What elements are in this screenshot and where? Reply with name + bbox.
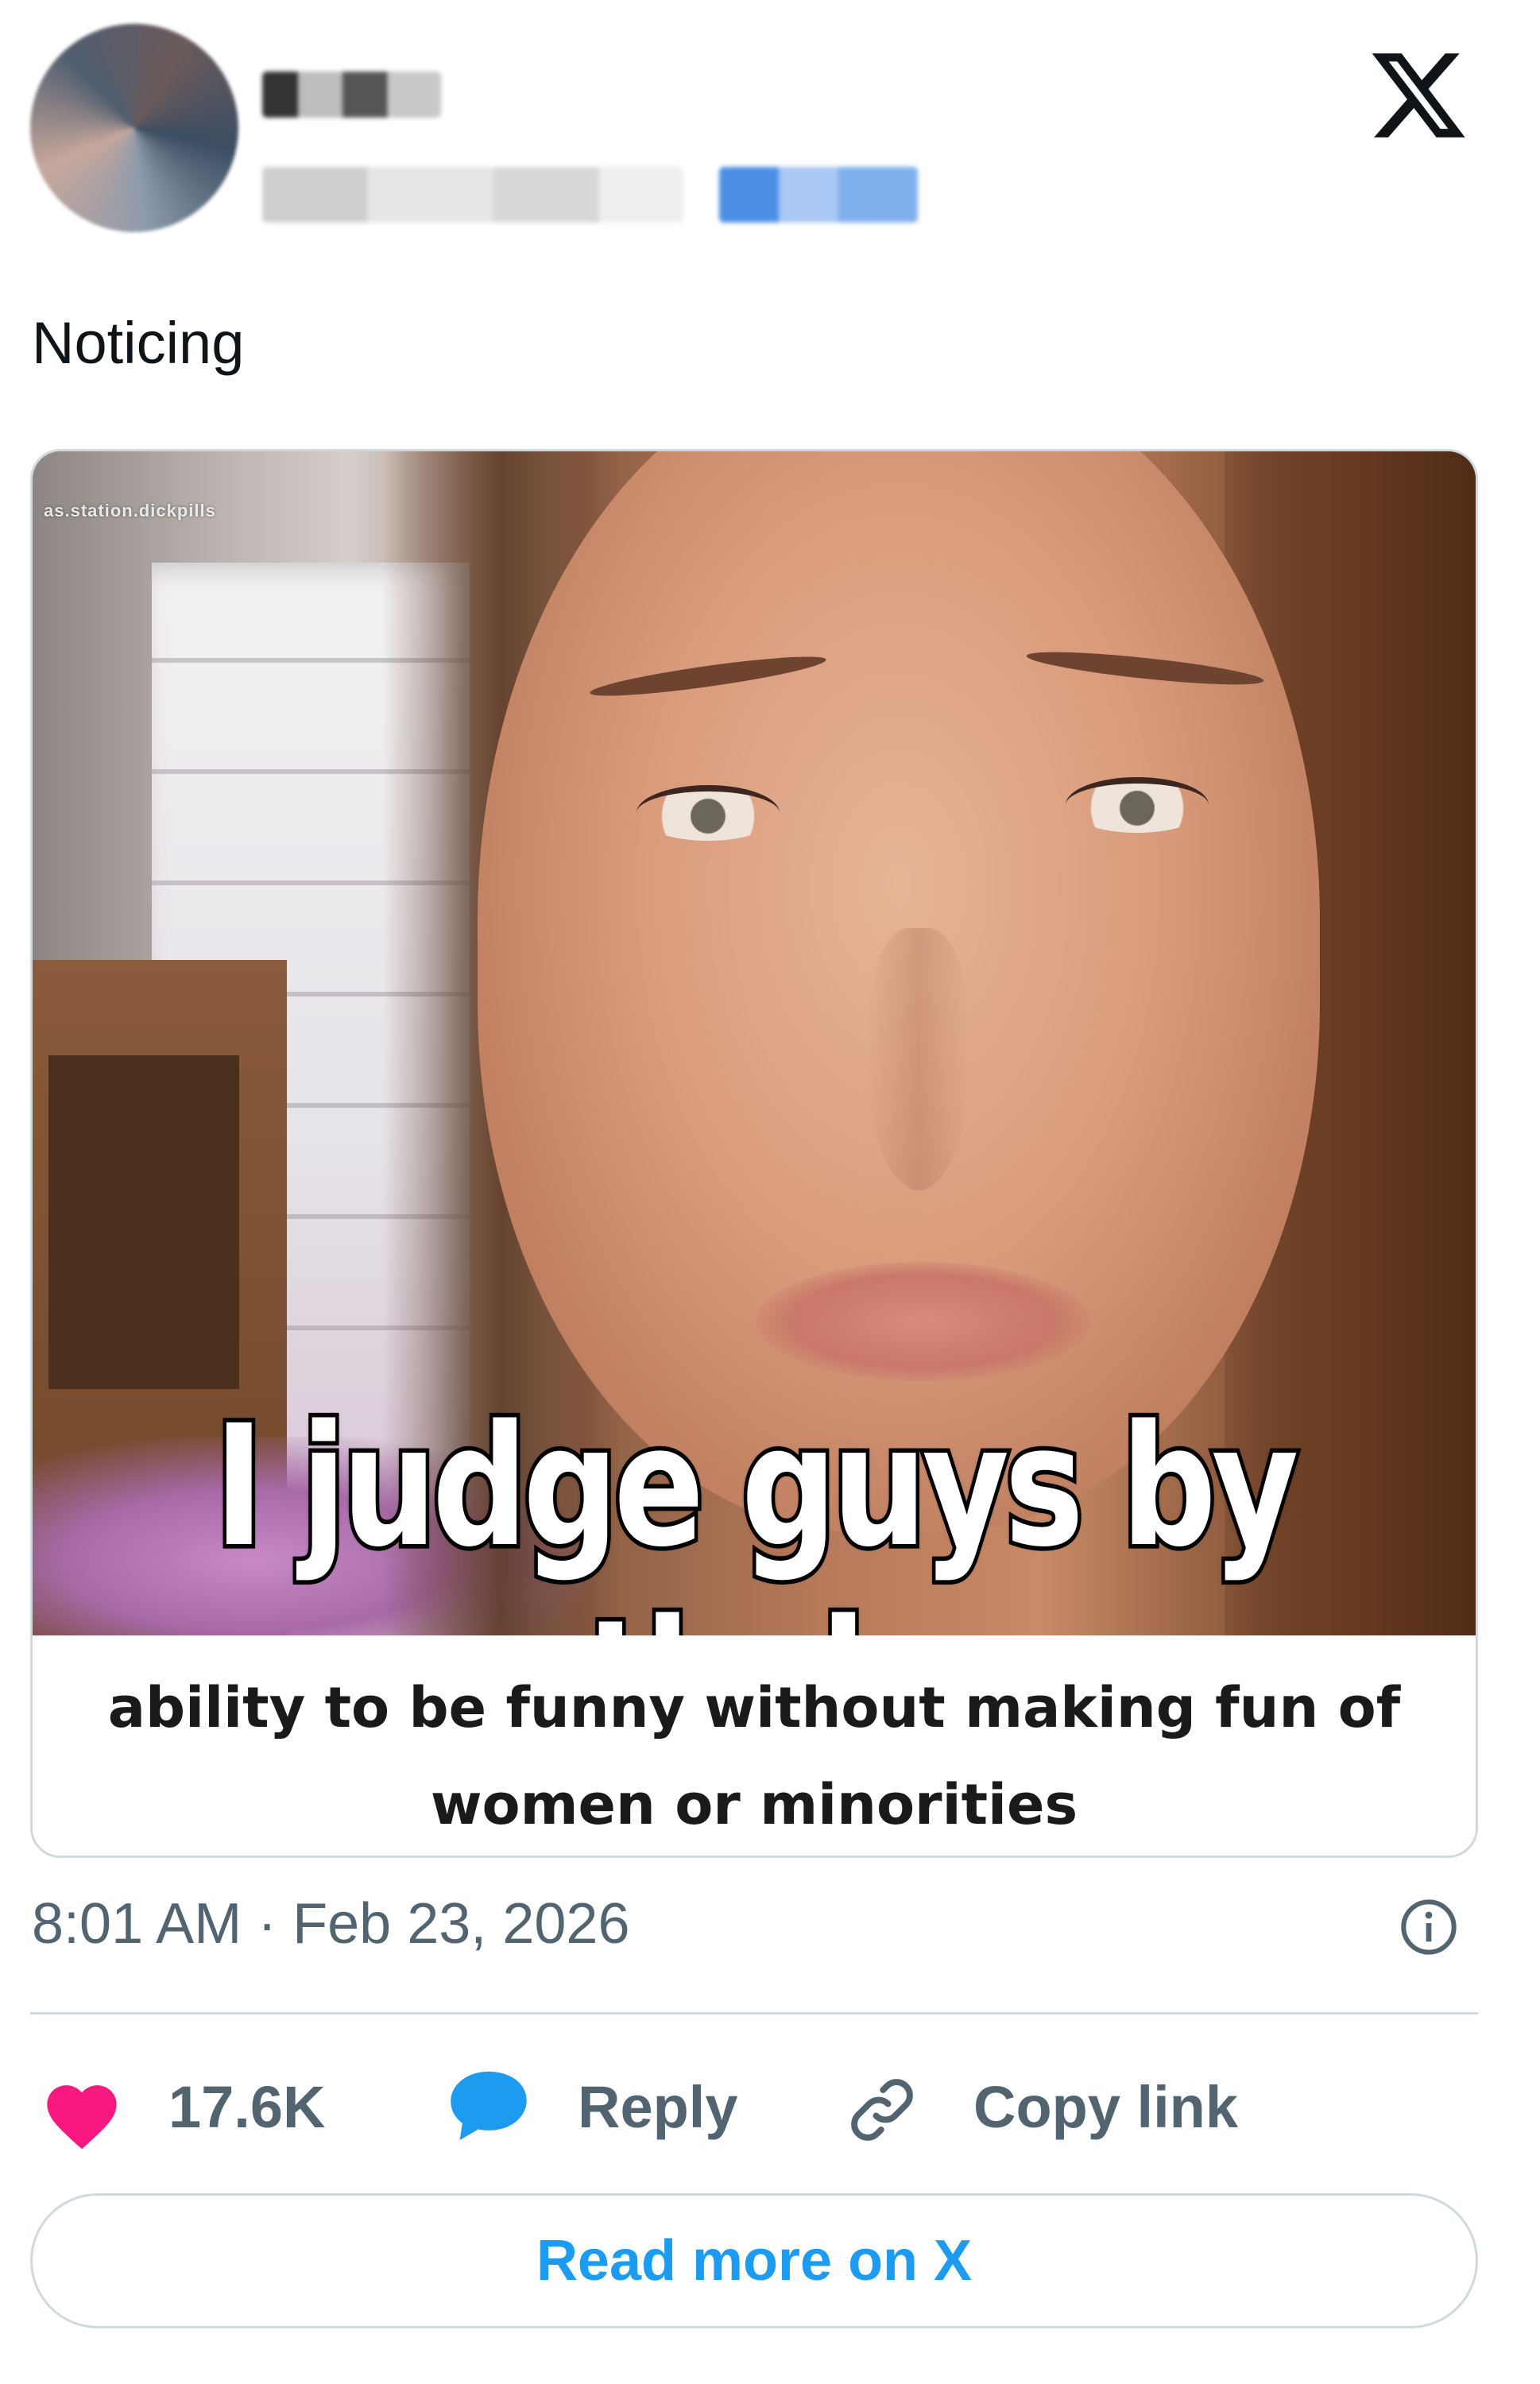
info-icon[interactable]: [1397, 1895, 1461, 1959]
eye-left: [637, 785, 780, 841]
post-text: Noticing: [32, 310, 245, 376]
copy-link-button[interactable]: Copy link: [973, 2078, 1238, 2137]
x-logo-icon[interactable]: [1367, 44, 1470, 147]
post-media[interactable]: as.station.dickpills I judge guys by the…: [30, 449, 1478, 1858]
speech-bubble-icon[interactable]: [445, 2066, 532, 2146]
meme-caption: ability to be funny without making fun o…: [33, 1635, 1476, 1856]
author-avatar[interactable]: [30, 24, 238, 232]
heart-icon[interactable]: [38, 2074, 126, 2150]
reply-button[interactable]: Reply: [578, 2078, 738, 2137]
post-timestamp[interactable]: 8:01 AM · Feb 23, 2026: [32, 1895, 629, 1952]
lips: [756, 1262, 1089, 1381]
meme-headline: I judge guys by their: [211, 1384, 1302, 1635]
link-icon[interactable]: [842, 2070, 922, 2150]
meme-photo: as.station.dickpills I judge guys by the…: [33, 451, 1476, 1635]
follow-link-redacted[interactable]: [719, 167, 918, 223]
like-count[interactable]: 17.6K: [168, 2078, 325, 2137]
divider: [30, 2012, 1478, 2014]
eye-right: [1066, 777, 1209, 833]
watermark-text: as.station.dickpills: [44, 501, 216, 521]
author-handle-redacted[interactable]: [262, 167, 683, 223]
read-more-button[interactable]: Read more on X: [30, 2193, 1478, 2328]
author-name-redacted[interactable]: [262, 72, 441, 118]
